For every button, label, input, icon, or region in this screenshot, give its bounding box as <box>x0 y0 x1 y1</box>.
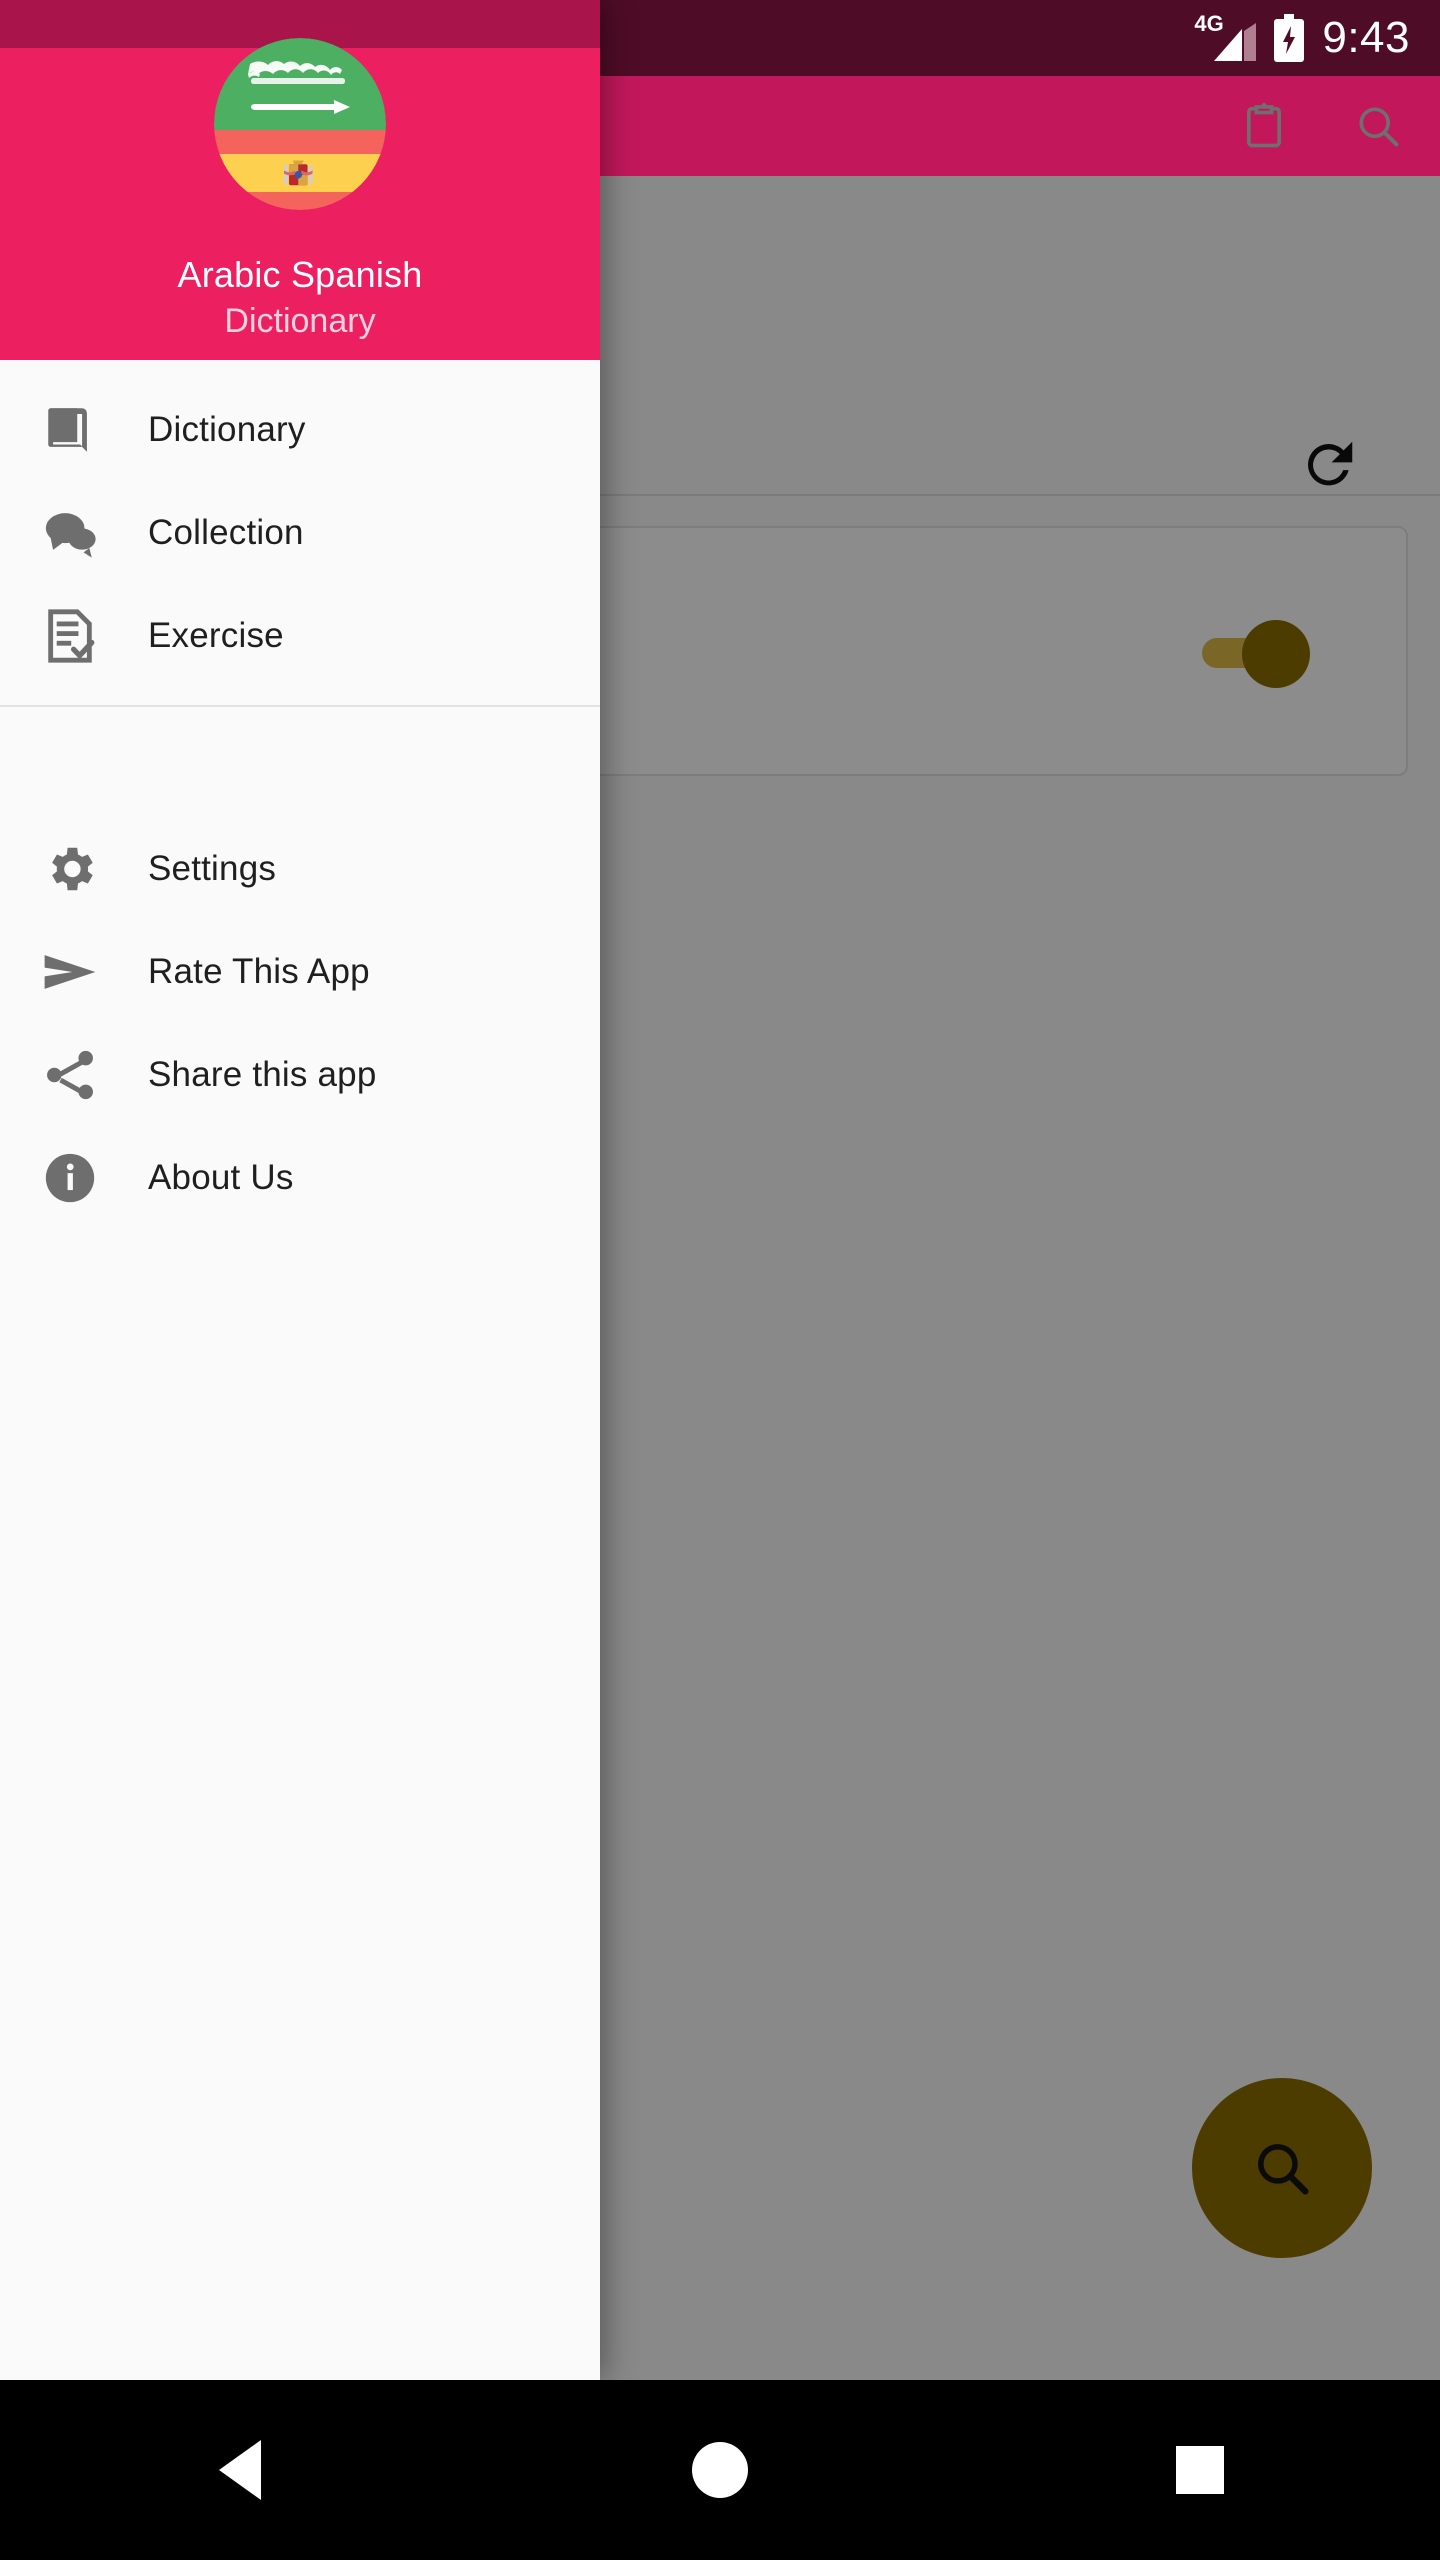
menu-item-label: Settings <box>148 848 277 888</box>
exercise-checklist-icon <box>34 600 106 672</box>
menu-item-label: Collection <box>148 512 304 552</box>
menu-item-label: Rate This App <box>148 951 370 991</box>
drawer-menu: Dictionary Collection Exercise Settings … <box>0 360 600 1229</box>
clipboard-icon[interactable] <box>1238 100 1290 152</box>
search-icon[interactable] <box>1352 100 1404 152</box>
menu-item-rate-this-app[interactable]: Rate This App <box>0 920 600 1023</box>
home-button[interactable] <box>660 2410 780 2530</box>
drawer-title: Arabic Spanish <box>177 254 423 295</box>
back-triangle-icon <box>219 2440 261 2500</box>
gear-icon <box>34 833 106 905</box>
info-icon <box>34 1142 106 1214</box>
chat-bubbles-icon <box>34 497 106 569</box>
system-navigation-bar <box>0 2380 1440 2560</box>
clock-label: 9:43 <box>1322 13 1410 62</box>
menu-item-about-us[interactable]: About Us <box>0 1126 600 1229</box>
menu-item-settings[interactable]: Settings <box>0 817 600 920</box>
status-bar-right: 4G 9:43 <box>1194 13 1410 63</box>
signal-bars-icon: 4G <box>1194 13 1257 61</box>
menu-item-label: Dictionary <box>148 409 306 449</box>
menu-item-label: Exercise <box>148 615 284 655</box>
share-icon <box>34 1039 106 1111</box>
menu-item-label: Share this app <box>148 1054 377 1094</box>
menu-item-label: About Us <box>148 1157 294 1197</box>
menu-item-share-this-app[interactable]: Share this app <box>0 1023 600 1126</box>
recents-button[interactable] <box>1140 2410 1260 2530</box>
home-circle-icon <box>692 2442 748 2498</box>
send-icon <box>34 936 106 1008</box>
back-button[interactable] <box>180 2410 300 2530</box>
arabic-spanish-flags-avatar <box>214 38 386 210</box>
navigation-drawer: Arabic Spanish Dictionary Dictionary Col… <box>0 0 600 2380</box>
book-icon <box>34 394 106 466</box>
drawer-header: Arabic Spanish Dictionary <box>0 38 600 360</box>
drawer-subtitle: Dictionary <box>224 302 376 340</box>
menu-item-collection[interactable]: Collection <box>0 481 600 584</box>
menu-item-dictionary[interactable]: Dictionary <box>0 378 600 481</box>
menu-item-exercise[interactable]: Exercise <box>0 584 600 687</box>
menu-spacer <box>0 707 600 817</box>
recents-square-icon <box>1176 2446 1224 2494</box>
battery-charging-icon <box>1274 14 1305 62</box>
